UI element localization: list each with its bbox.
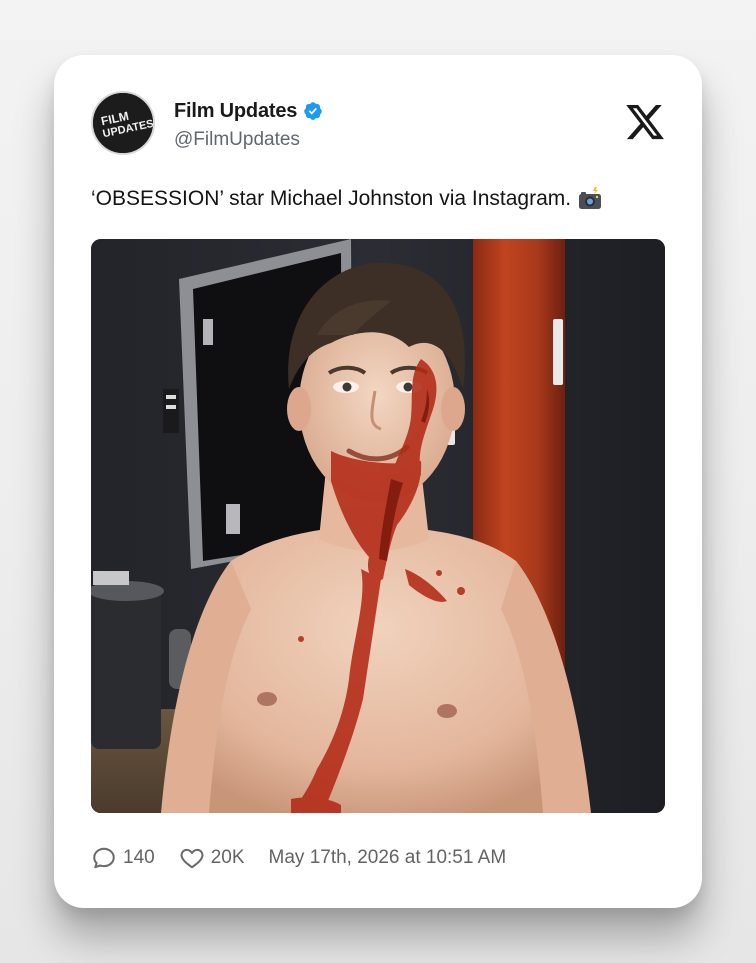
tweet-footer: 140 20K May 17th, 2026 at 10:51 AM — [91, 844, 506, 872]
reply-icon[interactable] — [91, 845, 117, 871]
camera-with-flash-icon — [579, 187, 602, 209]
like-count: 20K — [210, 847, 245, 868]
display-name[interactable]: Film Updates — [174, 100, 297, 123]
reply-count: 140 — [123, 847, 155, 868]
tweet-card: FILM UPDATES Film Updates @FilmUpdates ‘… — [54, 55, 702, 908]
tweet-text-row: ‘OBSESSION’ star Michael Johnston via In… — [91, 186, 603, 212]
tweet-text: ‘OBSESSION’ star Michael Johnston via In… — [91, 187, 572, 210]
film-updates-logo: FILM UPDATES — [93, 93, 153, 153]
heart-icon[interactable] — [179, 845, 205, 871]
x-logo-icon[interactable] — [624, 101, 666, 143]
avatar[interactable]: FILM UPDATES — [91, 91, 155, 155]
tweet-timestamp[interactable]: May 17th, 2026 at 10:51 AM — [269, 847, 507, 869]
tweet-photo[interactable] — [91, 239, 665, 813]
author-name-row: Film Updates — [174, 98, 323, 124]
verified-badge-icon — [304, 102, 322, 120]
author-handle[interactable]: @FilmUpdates — [174, 129, 300, 151]
tweet-image — [91, 239, 665, 813]
